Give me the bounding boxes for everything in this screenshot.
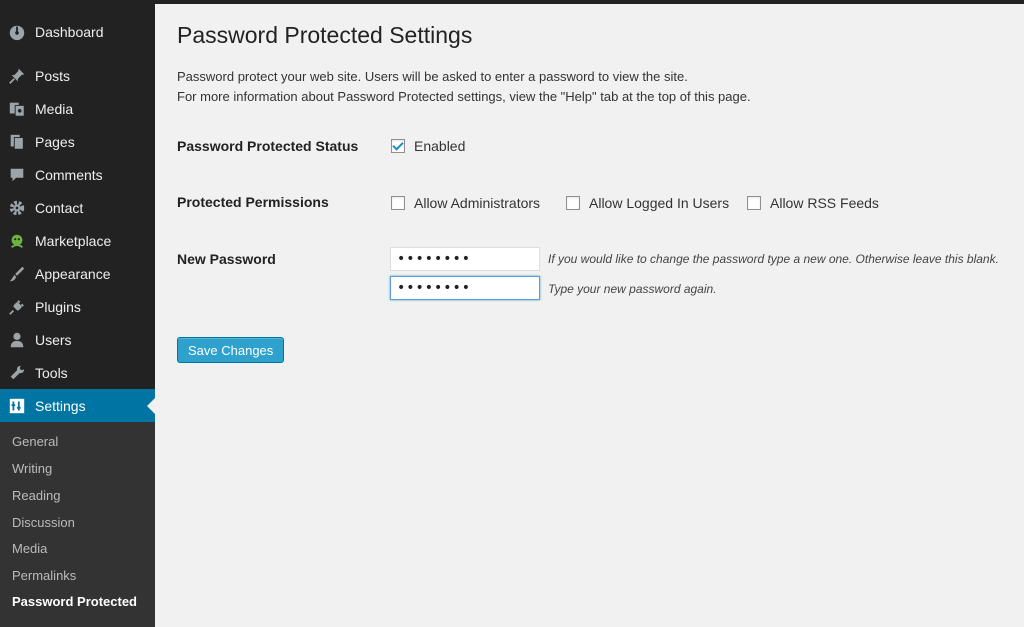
sidebar-item-appearance[interactable]: Appearance	[0, 257, 155, 290]
sidebar-item-label: Comments	[35, 166, 103, 183]
allow-rss-feeds-label: Allow RSS Feeds	[770, 195, 879, 211]
sidebar-item-posts[interactable]: Posts	[0, 59, 155, 92]
sidebar-item-users[interactable]: Users	[0, 323, 155, 356]
allow-logged-in-users-label: Allow Logged In Users	[589, 195, 730, 211]
allow-logged-in-users-option[interactable]: Allow Logged In Users	[566, 195, 729, 211]
sidebar-item-label: Users	[35, 331, 72, 348]
permissions-label: Protected Permissions	[177, 194, 329, 210]
settings-main: Password Protected Settings Password pro…	[155, 0, 1024, 627]
dashboard-icon	[8, 23, 26, 41]
sidebar-item-contact[interactable]: Contact	[0, 191, 155, 224]
sidebar-item-comments[interactable]: Comments	[0, 158, 155, 191]
page-description-line-1: Password protect your web site. Users wi…	[177, 69, 688, 84]
page-title: Password Protected Settings	[177, 22, 473, 48]
submenu-item-discussion[interactable]: Discussion	[12, 510, 75, 536]
sidebar-item-tools[interactable]: Tools	[0, 356, 155, 389]
pages-icon	[8, 133, 26, 151]
allow-administrators-label: Allow Administrators	[414, 195, 541, 211]
allow-administrators-option[interactable]: Allow Administrators	[391, 195, 540, 211]
brush-icon	[8, 265, 26, 283]
settings-icon	[8, 397, 26, 415]
new-password-hint: If you would like to change the password…	[548, 252, 999, 266]
enabled-label: Enabled	[414, 138, 466, 154]
marketplace-icon	[8, 232, 26, 250]
submenu-item-media[interactable]: Media	[12, 536, 47, 562]
media-icon	[8, 100, 26, 118]
plug-icon	[8, 298, 26, 316]
allow-rss-feeds-checkbox[interactable]	[747, 196, 761, 210]
sidebar-item-label: Posts	[35, 67, 71, 84]
page-description-line-2: For more information about Password Prot…	[177, 89, 751, 104]
allow-rss-feeds-option[interactable]: Allow RSS Feeds	[747, 195, 879, 211]
sidebar-item-label: Dashboard	[35, 23, 104, 40]
confirm-password-hint: Type your new password again.	[548, 282, 717, 296]
save-changes-button[interactable]: Save Changes	[177, 337, 285, 363]
enabled-option[interactable]: Enabled	[391, 138, 465, 154]
sidebar-item-label: Tools	[35, 364, 68, 381]
submenu-item-permalinks[interactable]: Permalinks	[12, 563, 76, 589]
sidebar-item-dashboard[interactable]: Dashboard	[0, 15, 155, 48]
allow-logged-in-users-checkbox[interactable]	[566, 196, 580, 210]
settings-submenu: General Writing Reading Discussion Media…	[0, 422, 155, 627]
enabled-checkbox[interactable]	[391, 139, 405, 153]
sidebar-item-label: Settings	[35, 397, 86, 414]
gear-icon	[8, 199, 26, 217]
sidebar-item-media[interactable]: Media	[0, 92, 155, 125]
confirm-password-input[interactable]	[390, 276, 540, 300]
new-password-input[interactable]	[390, 247, 540, 271]
submenu-item-writing[interactable]: Writing	[12, 456, 52, 482]
sidebar-item-pages[interactable]: Pages	[0, 125, 155, 158]
sidebar-item-label: Marketplace	[35, 232, 112, 249]
sidebar-item-label: Plugins	[35, 298, 81, 315]
new-password-label: New Password	[177, 251, 276, 267]
sidebar-item-marketplace[interactable]: Marketplace	[0, 224, 155, 257]
submenu-item-password-protected[interactable]: Password Protected	[12, 589, 137, 615]
status-label: Password Protected Status	[177, 138, 359, 154]
sidebar-item-plugins[interactable]: Plugins	[0, 290, 155, 323]
allow-administrators-checkbox[interactable]	[391, 196, 405, 210]
sidebar-item-label: Contact	[35, 199, 84, 216]
submenu-item-reading[interactable]: Reading	[12, 483, 60, 509]
sidebar-item-label: Media	[35, 100, 74, 117]
sidebar-item-settings[interactable]: Settings	[0, 389, 155, 422]
submenu-item-general[interactable]: General	[12, 429, 58, 455]
wrench-icon	[8, 364, 26, 382]
admin-sidebar: Dashboard Posts Media Pages Comments Con…	[0, 0, 155, 627]
comment-icon	[8, 166, 26, 184]
sidebar-item-label: Pages	[35, 133, 75, 150]
pin-icon	[8, 67, 26, 85]
sidebar-item-label: Appearance	[35, 265, 111, 282]
user-icon	[8, 331, 26, 349]
